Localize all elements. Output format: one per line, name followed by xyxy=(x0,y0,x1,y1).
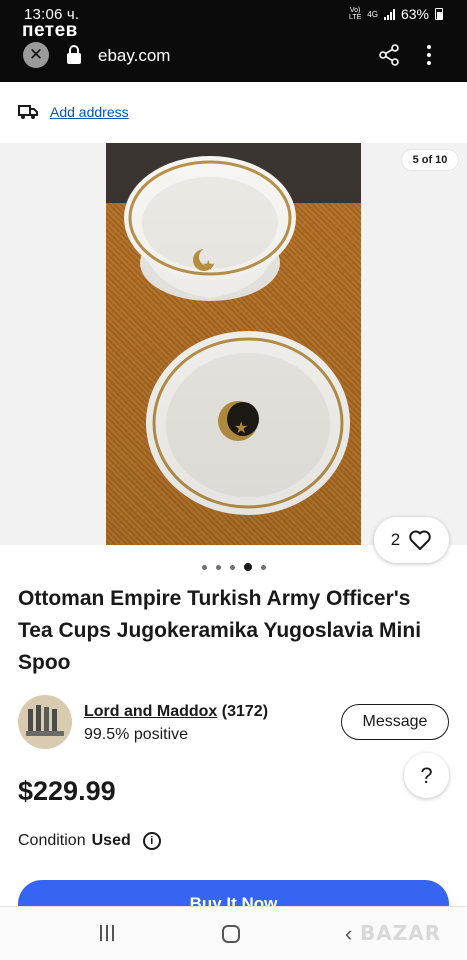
recent-apps-icon[interactable] xyxy=(100,925,114,941)
pagination-dot[interactable] xyxy=(201,564,207,570)
seller-avatar[interactable] xyxy=(18,695,72,749)
browser-chrome: 13:06 ч. Vo) LTE 4G 63% петев ✕ ebay.com xyxy=(0,0,467,82)
pagination-dot[interactable] xyxy=(229,564,235,570)
listing-title: Ottoman Empire Turkish Army Officer's Te… xyxy=(18,587,422,674)
help-button[interactable]: ? xyxy=(404,753,449,798)
signal-icon xyxy=(383,8,395,20)
message-button[interactable]: Message xyxy=(341,704,449,740)
tab-title: петев xyxy=(22,20,78,41)
condition-row: Condition Used i xyxy=(18,832,161,850)
gallery-pagination xyxy=(0,561,467,573)
bazar-watermark: BAZAR xyxy=(360,921,442,945)
url-text[interactable]: ebay.com xyxy=(98,46,170,66)
pagination-dot-active[interactable] xyxy=(243,563,252,571)
watch-button[interactable]: 2 xyxy=(374,517,449,563)
shipping-address-row: Add address xyxy=(0,90,467,134)
product-photo[interactable]: ★ ★ xyxy=(106,143,361,545)
status-icons: Vo) LTE 4G 63% xyxy=(349,6,443,22)
home-icon[interactable] xyxy=(222,925,240,943)
network-indicator: Vo) LTE xyxy=(349,7,361,21)
pagination-dot[interactable] xyxy=(260,564,266,570)
back-icon[interactable]: ‹ xyxy=(345,921,352,947)
image-gallery[interactable]: ★ ★ xyxy=(0,143,467,545)
truck-icon xyxy=(18,105,38,119)
condition-label: Condition xyxy=(18,832,86,849)
more-options-icon[interactable] xyxy=(424,43,434,67)
seller-name[interactable]: Lord and Maddox xyxy=(84,703,217,720)
info-icon[interactable]: i xyxy=(142,832,161,850)
network-type-label: 4G xyxy=(367,9,378,19)
volte-label: Vo) xyxy=(349,7,361,14)
condition-value: Used xyxy=(91,832,131,849)
watch-count: 2 xyxy=(390,530,401,549)
close-tab-button[interactable]: ✕ xyxy=(23,42,49,68)
battery-percent: 63% xyxy=(400,6,429,22)
heart-icon xyxy=(409,530,431,550)
price: $229.99 xyxy=(18,776,116,806)
seller-name-row[interactable]: Lord and Maddox (3172) xyxy=(84,703,268,721)
battery-icon xyxy=(435,8,443,20)
system-nav-bar: ‹ BAZAR xyxy=(0,906,467,960)
add-address-link[interactable]: Add address xyxy=(50,104,129,120)
image-counter: 5 of 10 xyxy=(402,150,458,170)
pagination-dot[interactable] xyxy=(215,564,221,570)
seller-score: (3172) xyxy=(221,703,269,720)
seller-feedback: 99.5% positive xyxy=(84,726,189,743)
lock-icon xyxy=(67,45,81,64)
lte-label: LTE xyxy=(348,14,362,21)
share-icon[interactable] xyxy=(378,44,400,66)
